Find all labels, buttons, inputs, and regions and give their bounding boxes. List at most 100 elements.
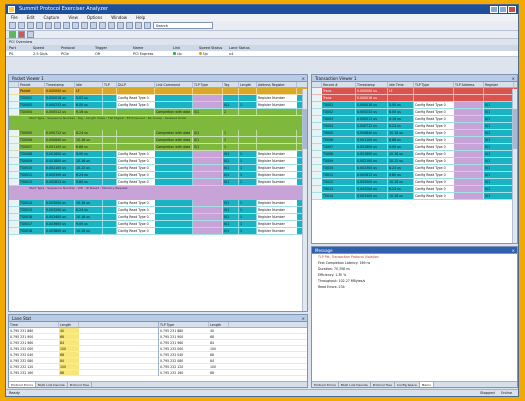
tab-multi-link-decode[interactable]: Multi Link Decode: [36, 382, 68, 387]
layout-icon[interactable]: [126, 22, 133, 29]
table-row[interactable]: TS0016 0.003400 us 10.16 us Config Read Typ…: [9, 214, 307, 221]
table-row[interactable]: TS0009 0.001800 us 10.16 us Config Read Typ…: [9, 158, 307, 165]
menu-view[interactable]: View: [68, 14, 78, 21]
table-row[interactable]: T0007 0.001600 us 9.00 us Config Read Type …: [312, 144, 517, 151]
open-icon[interactable]: [18, 22, 25, 29]
export-icon[interactable]: [135, 22, 142, 29]
search-input[interactable]: Search: [153, 22, 213, 29]
trigger-icon[interactable]: [27, 31, 34, 38]
menu-help[interactable]: Help: [136, 14, 145, 21]
menu-edit[interactable]: Edit: [27, 14, 35, 21]
table-row[interactable]: Trans 0.000000 us LF: [312, 88, 517, 95]
close-icon[interactable]: ×: [302, 315, 305, 322]
zoom-out-icon[interactable]: [90, 22, 97, 29]
table-row[interactable]: T0009 0.002100 us 10.12 us Config Read Type…: [312, 158, 517, 165]
scroll-thumb[interactable]: [303, 109, 307, 149]
tab-protocol-tree[interactable]: Protocol Tree: [68, 382, 92, 387]
tab-protocol-tree[interactable]: Protocol Tree: [371, 382, 395, 387]
table-row[interactable]: Trans 0.000016 us: [312, 95, 517, 102]
chart-icon[interactable]: [144, 22, 151, 29]
tab-protocol-errors[interactable]: Protocol Errors: [312, 382, 339, 387]
col-length[interactable]: Length: [239, 82, 257, 87]
col-address[interactable]: Address Register: [257, 82, 297, 87]
col-length[interactable]: Length: [59, 322, 79, 327]
vertical-scrollbar[interactable]: [512, 89, 517, 243]
cut-icon[interactable]: [45, 22, 52, 29]
col-tag[interactable]: Tag: [223, 82, 239, 87]
table-row[interactable]: TS0015 0.003200 us 6.24 us Config Read Type…: [9, 207, 307, 214]
col-packet[interactable]: Packet: [19, 82, 45, 87]
col-record[interactable]: Record #: [322, 82, 356, 87]
col-tlp[interactable]: TLP: [103, 82, 117, 87]
filter-icon[interactable]: [99, 22, 106, 29]
zoom-in-icon[interactable]: [81, 22, 88, 29]
table-row[interactable]: TS0013 0.002812 us 9.80 us Config Read Type…: [9, 179, 307, 186]
col-length[interactable]: Length: [209, 322, 229, 327]
table-row[interactable]: T0011 0.002812 us 9.80 us Config Read Type …: [312, 172, 517, 179]
print-icon[interactable]: [36, 22, 43, 29]
table-row[interactable]: TS0008 0.001600 us 9.00 us Config Read Type…: [9, 151, 307, 158]
table-row[interactable]: TS0010 0.002100 us 10.12 us Config Read Typ…: [9, 165, 307, 172]
table-row[interactable]: T0001 0.000016 us 5.00 us Config Read Type …: [312, 102, 517, 109]
table-row[interactable]: T0010 0.002300 us 6.24 us Config Read Type …: [312, 165, 517, 172]
tab-multi-link-decode[interactable]: Multi Link Decode: [339, 382, 371, 387]
options-icon[interactable]: [117, 22, 124, 29]
col-tlp-type[interactable]: TLP Type: [414, 82, 454, 87]
table-row[interactable]: Packet 0.000000 us LF: [9, 88, 307, 95]
table-row[interactable]: T0014 0.003400 us 10.16 us Config Read Type…: [312, 193, 517, 200]
col-idle-time[interactable]: Idle Time: [388, 82, 414, 87]
col-timestamp[interactable]: Timestamp: [356, 82, 388, 87]
table-row[interactable]: T0003 0.000512 us 9.16 us Config Read Type …: [312, 116, 517, 123]
col-tlp-address[interactable]: TLP Address: [454, 82, 484, 87]
menu-window[interactable]: Window: [111, 14, 127, 21]
close-icon[interactable]: ×: [512, 247, 515, 254]
bookmark-icon[interactable]: [108, 22, 115, 29]
col-timestamp[interactable]: Timestamp: [45, 82, 75, 87]
paste-icon[interactable]: [63, 22, 70, 29]
col-dllp[interactable]: DLLP: [117, 82, 155, 87]
table-row[interactable]: TS0005 0.000712 us 6.24 us Completion with …: [9, 130, 307, 137]
table-row[interactable]: TS0006 0.000840 us 10.16 us Completion with…: [9, 137, 307, 144]
table-row[interactable]: T0013 0.003200 us 6.24 us Config Read Type …: [312, 186, 517, 193]
tab-config-space[interactable]: Config Space: [395, 382, 420, 387]
table-row[interactable]: T0002 0.000232 us 6.00 us Config Read Type …: [312, 109, 517, 116]
table-row[interactable]: TS0018 0.003800 us 10.16 us Config Read Typ…: [9, 228, 307, 235]
table-row[interactable]: TS0004 0.000512 us 9.16 us Completion with …: [9, 109, 307, 116]
scroll-thumb[interactable]: [513, 109, 517, 149]
table-row[interactable]: TS0014 0.003000 us 10.16 us Config Read Typ…: [9, 200, 307, 207]
vertical-scrollbar[interactable]: [302, 89, 307, 311]
col-tlp-type[interactable]: TLP Type: [193, 82, 223, 87]
list-item[interactable]: 0.795 232 160 68: [9, 370, 158, 376]
col-register[interactable]: Register: [484, 82, 514, 87]
table-row[interactable]: TS0002 0.000232 us 6.00 us Config Read Type…: [9, 102, 307, 109]
col-idle[interactable]: Idle: [75, 82, 103, 87]
table-row[interactable]: T0012 0.003000 us 10.16 us Config Read Type…: [312, 179, 517, 186]
menu-file[interactable]: File: [11, 14, 18, 21]
col-time[interactable]: Time: [9, 322, 59, 327]
maximize-button[interactable]: [499, 6, 507, 13]
pci-row[interactable]: P0 2.5 Gb/s PCIe Off PCI Express Up Up x…: [6, 51, 518, 57]
table-row[interactable]: T0005 0.000840 us 10.16 us Config Read Type…: [312, 130, 517, 137]
col-link-command[interactable]: Link Command: [155, 82, 193, 87]
menu-capture[interactable]: Capture: [43, 14, 59, 21]
table-row[interactable]: TS0007 0.001100 us 6.88 us Completion with …: [9, 144, 307, 151]
copy-icon[interactable]: [54, 22, 61, 29]
tab-protocol-errors[interactable]: Protocol Errors: [9, 382, 36, 387]
table-row[interactable]: TS0017 0.003600 us 9.00 us Config Read Type…: [9, 221, 307, 228]
close-icon[interactable]: ×: [302, 75, 305, 82]
list-item[interactable]: 0.795 232 160 68: [159, 370, 307, 376]
close-icon[interactable]: ×: [512, 75, 515, 82]
menu-options[interactable]: Options: [87, 14, 102, 21]
new-icon[interactable]: [9, 22, 16, 29]
minimize-button[interactable]: [490, 6, 498, 13]
close-button[interactable]: [508, 6, 516, 13]
table-row[interactable]: T0008 0.001800 us 10.16 us Config Read Type…: [312, 151, 517, 158]
table-row[interactable]: T0004 0.000712 us 6.24 us Config Read Type …: [312, 123, 517, 130]
tab-memo[interactable]: Memo: [419, 382, 434, 387]
table-row[interactable]: T0006 0.001100 us 6.88 us Config Read Type …: [312, 137, 517, 144]
save-icon[interactable]: [27, 22, 34, 29]
table-row[interactable]: TS0011 0.002300 us 6.24 us Config Read Type…: [9, 172, 307, 179]
start-capture-icon[interactable]: [9, 31, 16, 38]
find-icon[interactable]: [72, 22, 79, 29]
table-row[interactable]: TS0001 0.000016 us 5.02 us Config Read Type…: [9, 95, 307, 102]
